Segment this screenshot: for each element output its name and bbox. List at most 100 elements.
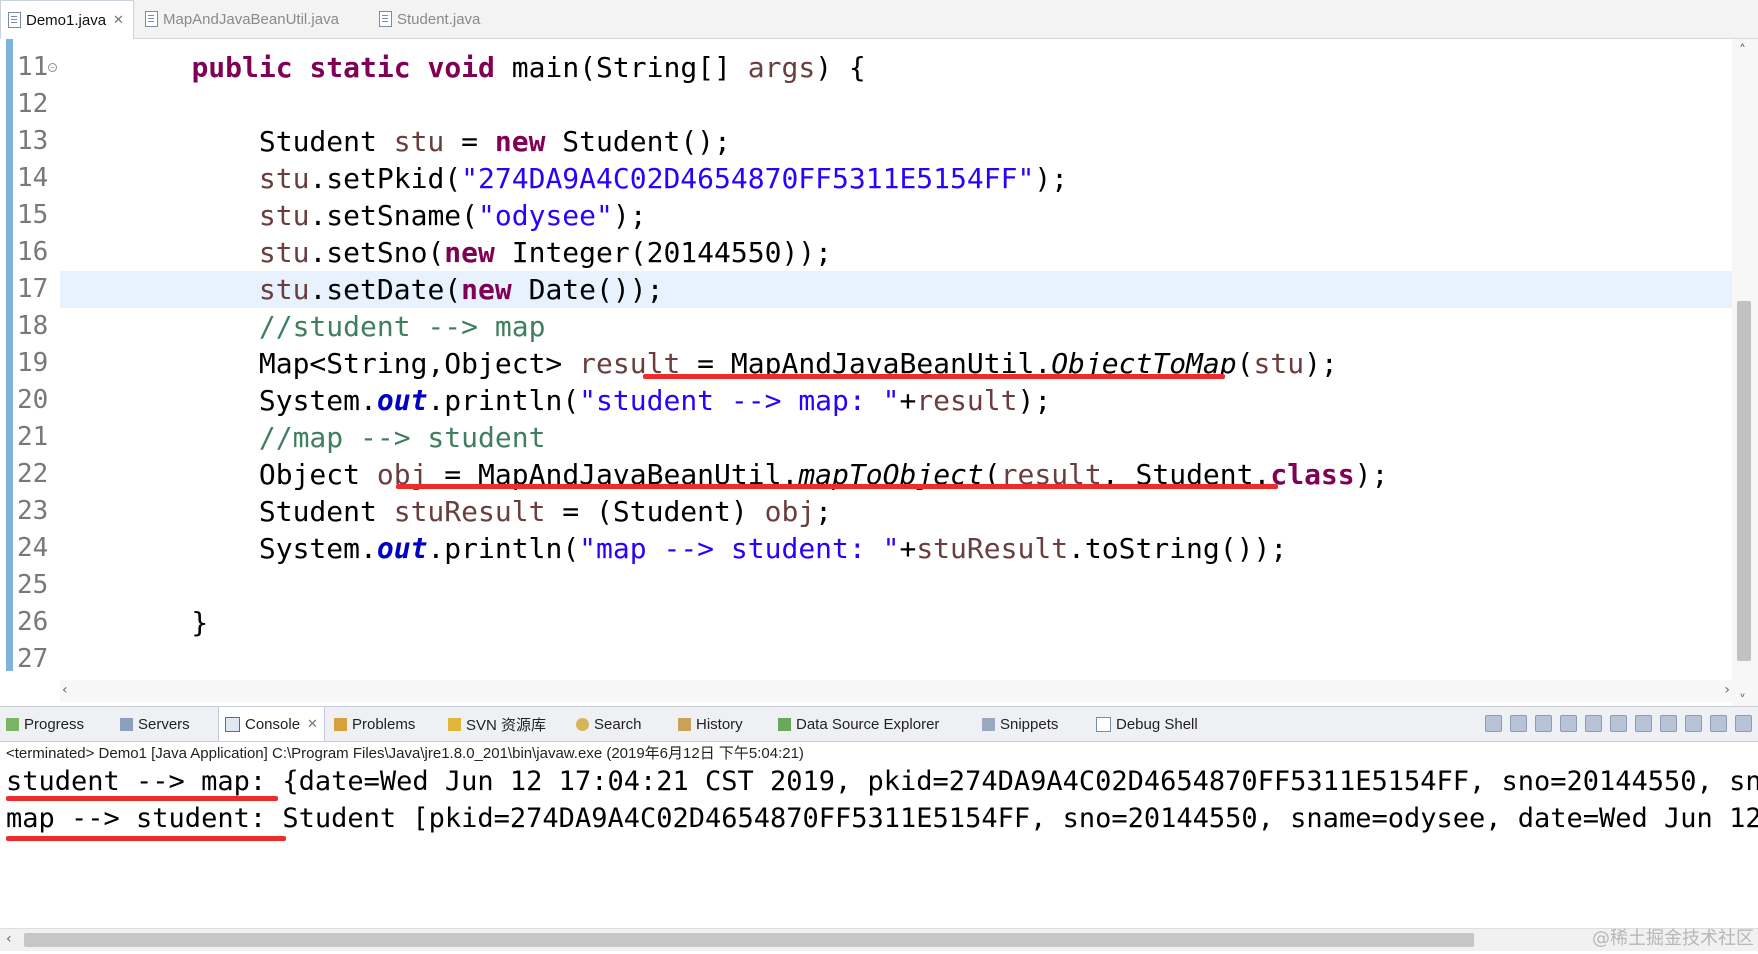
svn-icon <box>448 717 461 731</box>
minimize-icon[interactable] <box>1710 715 1727 732</box>
code-text: public static void main(String[] args) { <box>124 49 866 86</box>
code-token: .println( <box>427 384 580 417</box>
code-token: static <box>309 51 411 84</box>
editor-horizontal-scrollbar[interactable]: ‹ › <box>60 680 1732 702</box>
code-token: ) { <box>815 51 866 84</box>
code-token: main(String[] <box>494 51 748 84</box>
code-token: class <box>1270 458 1355 491</box>
java-file-icon <box>379 11 392 27</box>
scroll-left-icon[interactable]: ‹ <box>62 682 68 698</box>
code-token: new <box>461 273 512 306</box>
line-number: 21 <box>17 422 49 452</box>
line-number: 12 <box>17 89 49 119</box>
tab-snippets[interactable]: Snippets <box>982 707 1058 741</box>
line-number: 24 <box>17 533 49 563</box>
pin-console-icon[interactable] <box>1635 715 1652 732</box>
red-underline-console-1 <box>6 796 278 801</box>
scroll-up-icon[interactable]: ˄ <box>1739 43 1746 59</box>
fold-toggle-icon[interactable]: – <box>48 63 57 72</box>
maximize-icon[interactable] <box>1735 715 1752 732</box>
tab-label: Student.java <box>397 10 481 28</box>
red-underline-objecttomap <box>643 374 1225 379</box>
code-line[interactable]: 25 <box>0 567 1730 604</box>
tab-label: Search <box>594 715 642 733</box>
code-token: Integer(20144550)); <box>494 236 833 269</box>
java-file-icon <box>8 12 21 28</box>
red-underline-maptoobject <box>396 484 1278 489</box>
code-line[interactable]: 15 stu.setSname("odysee"); <box>0 197 1730 234</box>
code-token: System. <box>124 384 377 417</box>
code-text: } <box>124 604 208 641</box>
tab-search[interactable]: Search <box>576 707 642 741</box>
code-line[interactable]: 12 <box>0 86 1730 123</box>
code-line[interactable]: 21 //map --> student <box>0 419 1730 456</box>
code-token: public <box>191 51 293 84</box>
close-icon[interactable]: ✕ <box>307 716 318 732</box>
tab-progress[interactable]: Progress <box>6 707 84 741</box>
tab-problems[interactable]: Problems <box>334 707 415 741</box>
tab-svn-repository[interactable]: SVN 资源库 <box>448 707 546 741</box>
scroll-thumb[interactable] <box>1737 301 1751 661</box>
code-editor[interactable]: 11– public static void main(String[] arg… <box>0 39 1758 715</box>
code-text: Student stu = new Student(); <box>124 123 731 160</box>
tab-debug-shell[interactable]: Debug Shell <box>1096 707 1198 741</box>
remove-launch-icon[interactable] <box>1510 715 1527 732</box>
code-line[interactable]: 27 <box>0 641 1730 678</box>
scroll-left-icon[interactable]: ‹ <box>6 931 12 947</box>
word-wrap-icon[interactable] <box>1610 715 1627 732</box>
tab-mapandjavabeanutil-java[interactable]: MapAndJavaBeanUtil.java <box>138 0 352 38</box>
scroll-right-icon[interactable]: › <box>1724 682 1730 698</box>
scroll-thumb[interactable] <box>24 933 1474 947</box>
code-line[interactable]: 24 System.out.println("map --> student: … <box>0 530 1730 567</box>
code-token: .setSno( <box>309 236 445 269</box>
code-text: //map --> student <box>124 419 546 456</box>
red-underline-console-2 <box>6 836 286 841</box>
code-line[interactable]: 26 } <box>0 604 1730 641</box>
code-line[interactable]: 14 stu.setPkid("274DA9A4C02D4654870FF531… <box>0 160 1730 197</box>
code-text: System.out.println("student --> map: "+r… <box>124 382 1051 419</box>
remove-all-icon[interactable] <box>1535 715 1552 732</box>
code-line[interactable]: 13 Student stu = new Student(); <box>0 123 1730 160</box>
tab-label: Servers <box>138 715 190 733</box>
code-token: .setDate( <box>309 273 462 306</box>
console-output-line: student --> map: {date=Wed Jun 12 17:04:… <box>6 766 1758 797</box>
console-horizontal-scrollbar[interactable]: ‹ <box>0 928 1758 951</box>
tab-label: Console <box>245 715 301 733</box>
code-line[interactable]: 23 Student stuResult = (Student) obj; <box>0 493 1730 530</box>
tab-demo1-java[interactable]: Demo1.java ✕ <box>0 0 134 39</box>
tab-console[interactable]: Console ✕ <box>218 707 325 741</box>
editor-vertical-scrollbar[interactable]: ˄ ˅ <box>1732 39 1758 715</box>
open-console-icon[interactable] <box>1685 715 1702 732</box>
code-token: Date()); <box>511 273 664 306</box>
code-token: //student --> map <box>258 310 546 343</box>
data-source-icon <box>778 717 791 731</box>
scroll-lock-icon[interactable] <box>1585 715 1602 732</box>
clear-console-icon[interactable] <box>1560 715 1577 732</box>
terminate-icon[interactable] <box>1485 715 1502 732</box>
code-line[interactable]: 11– public static void main(String[] arg… <box>0 49 1730 86</box>
display-console-icon[interactable] <box>1660 715 1677 732</box>
code-token: result <box>916 384 1018 417</box>
tab-label: Demo1.java <box>26 11 107 29</box>
code-line[interactable]: 18 //student --> map <box>0 308 1730 345</box>
code-token: stu <box>258 162 310 195</box>
tab-history[interactable]: History <box>678 707 743 741</box>
view-tab-bar: Progress Servers Console ✕ Problems SVN … <box>0 706 1758 742</box>
tab-student-java[interactable]: Student.java <box>372 0 512 38</box>
code-line[interactable]: 20 System.out.println("student --> map: … <box>0 382 1730 419</box>
line-number: 25 <box>17 570 49 600</box>
close-icon[interactable]: ✕ <box>113 12 124 28</box>
tab-data-source-explorer[interactable]: Data Source Explorer <box>778 707 939 741</box>
code-line[interactable]: 16 stu.setSno(new Integer(20144550)); <box>0 234 1730 271</box>
code-token: stu <box>393 125 445 158</box>
code-line[interactable]: 17 stu.setDate(new Date()); <box>0 271 1730 308</box>
code-token: stuResult <box>916 532 1069 565</box>
code-token: stu <box>258 199 310 232</box>
tab-label: History <box>696 715 743 733</box>
tab-servers[interactable]: Servers <box>120 707 190 741</box>
